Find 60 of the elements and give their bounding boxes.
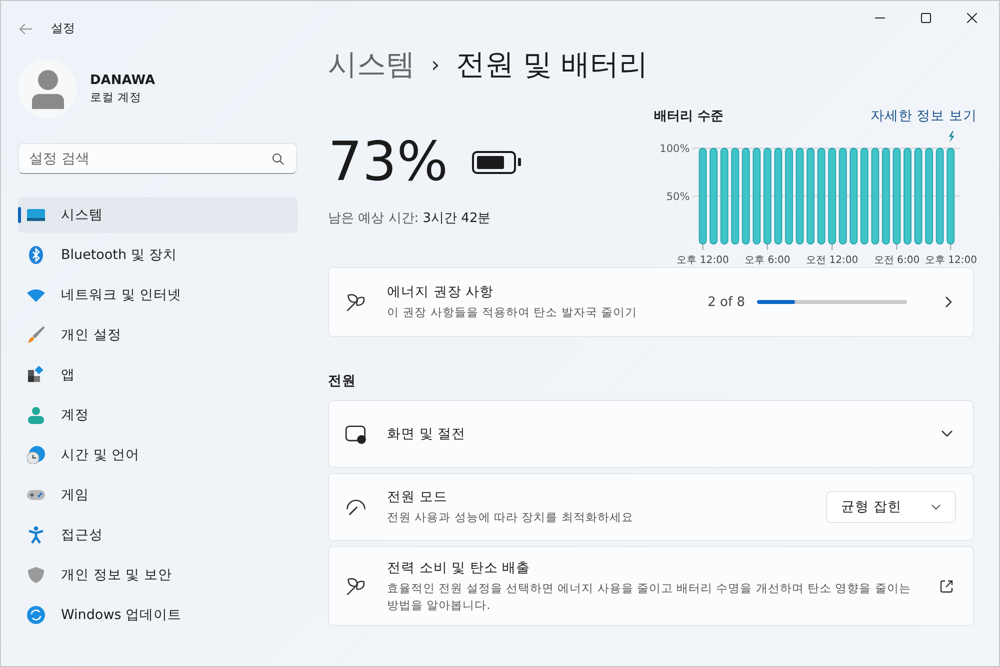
globe-clock-icon xyxy=(27,446,45,464)
sidebar-item[interactable]: 시간 및 언어 xyxy=(18,437,298,473)
window-title: 설정 xyxy=(51,20,75,37)
x-tick-label: 오전 6:00 xyxy=(874,255,920,266)
progress-count: 2 of 8 xyxy=(708,294,745,310)
setting-title: 화면 및 절전 xyxy=(387,425,467,443)
screen-moon-icon xyxy=(345,423,367,445)
power-mode-dropdown[interactable]: 균형 잡힌 xyxy=(826,491,956,523)
maximize-icon[interactable] xyxy=(921,13,931,23)
chevron-right-icon[interactable] xyxy=(945,296,953,308)
section-heading: 전원 xyxy=(328,372,357,390)
x-tick-label: 오후 6:00 xyxy=(744,255,790,266)
breadcrumb-parent[interactable]: 시스템 xyxy=(328,45,415,85)
sidebar-item[interactable]: 네트워크 및 인터넷 xyxy=(18,277,298,313)
x-tick-label: 오전 12:00 xyxy=(806,255,858,266)
sidebar-item[interactable]: 개인 설정 xyxy=(18,317,298,353)
external-link-icon[interactable] xyxy=(940,580,953,592)
search-field[interactable]: 설정 검색 xyxy=(18,143,297,174)
y-tick-label: 100% xyxy=(660,143,690,156)
sidebar-item[interactable]: Windows 업데이트 xyxy=(18,597,298,633)
setting-description: 전원 사용과 성능에 따라 장치를 최적화하세요 xyxy=(387,509,634,526)
monitor-icon xyxy=(27,206,45,224)
chevron-down-icon[interactable] xyxy=(941,430,953,438)
sidebar-item[interactable]: Bluetooth 및 장치 xyxy=(18,237,298,273)
shield-icon xyxy=(27,566,45,584)
x-tick-label: 오후 12:00 xyxy=(676,255,729,266)
caret-icon xyxy=(931,504,941,510)
chart-title: 배터리 수준 xyxy=(654,108,724,125)
y-tick-label: 50% xyxy=(666,190,690,203)
apps-icon xyxy=(27,366,45,384)
sync-icon xyxy=(27,606,45,624)
setting-title: 전력 소비 및 탄소 배출 xyxy=(387,559,532,578)
remaining-time: 남은 예상 시간: 3시간 42분 xyxy=(328,210,492,227)
energy-title: 에너지 권장 사항 xyxy=(387,283,495,302)
battery-percent: 73% xyxy=(328,135,448,189)
sidebar-item[interactable]: 접근성 xyxy=(18,517,298,553)
account-type: 로컬 계정 xyxy=(90,90,143,104)
setting-title: 전원 모드 xyxy=(387,488,448,506)
leaf-icon xyxy=(345,575,367,597)
page-title: 전원 및 배터리 xyxy=(456,46,648,83)
account-name: DANAWA xyxy=(90,72,156,88)
close-icon[interactable] xyxy=(967,13,977,23)
breadcrumb-separator: › xyxy=(431,52,440,78)
person-icon xyxy=(27,406,45,424)
setting-description: 효율적인 전원 설정을 선택하면 에너지 사용을 줄이고 배터리 수명을 개선하며 탄소 영향을 줄이는 방법을 알아봅니다. xyxy=(387,580,912,613)
leaf-icon xyxy=(345,291,367,313)
back-arrow-icon[interactable] xyxy=(19,22,33,34)
accessibility-icon xyxy=(27,526,45,544)
x-tick-label: 오후 12:00 xyxy=(924,255,978,266)
sidebar-item[interactable]: 계정 xyxy=(18,397,298,433)
battery-icon xyxy=(472,150,522,174)
brush-icon xyxy=(27,326,45,344)
bluetooth-icon xyxy=(27,246,45,264)
energy-subtitle: 이 권장 사항들을 적용하여 탄소 발자국 줄이기 xyxy=(387,304,638,321)
details-link[interactable]: 자세한 정보 보기 xyxy=(870,107,977,125)
sidebar-item[interactable]: 게임 xyxy=(18,477,298,513)
search-icon xyxy=(272,153,284,165)
sidebar-item[interactable]: 시스템 xyxy=(18,197,298,233)
sidebar-item[interactable]: 개인 정보 및 보안 xyxy=(18,557,298,593)
sidebar-item[interactable]: 앱 xyxy=(18,357,298,393)
